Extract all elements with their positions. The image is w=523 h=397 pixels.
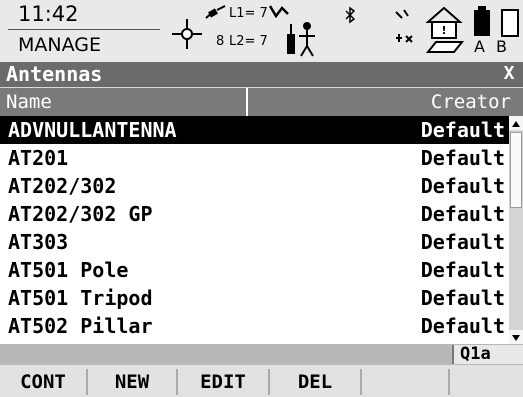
table-row[interactable]: AT501 Pole Default — [0, 256, 509, 284]
rover-icon — [287, 22, 315, 57]
empty-softkey-5[interactable] — [362, 369, 450, 395]
new-button[interactable]: NEW — [88, 369, 178, 395]
arrow-down-icon — [512, 335, 520, 341]
antenna-name: AT501 Tripod — [8, 286, 153, 310]
antenna-name: AT303 — [8, 230, 69, 254]
scroll-thumb[interactable] — [510, 132, 522, 208]
satellite-count: 8 — [216, 34, 225, 49]
input-mode-indicator: Q1a — [452, 345, 523, 364]
antenna-name: ADVNULLANTENNA — [8, 118, 177, 142]
antenna-creator: Default — [420, 174, 505, 198]
page-title: Antennas — [6, 62, 103, 86]
battery-icon — [474, 6, 519, 37]
satellite-icon — [205, 5, 226, 19]
gps-crosshair-icon — [172, 19, 202, 49]
battery-labels: A B — [474, 37, 511, 56]
table-header: Name Creator — [0, 88, 523, 116]
antenna-name: AT501 Pole — [8, 258, 129, 282]
table-row[interactable]: ADVNULLANTENNA Default — [0, 116, 509, 144]
antenna-creator: Default — [420, 314, 505, 338]
divider — [8, 29, 160, 30]
scroll-up-button[interactable] — [509, 116, 523, 130]
l1-count: L1= 7 — [229, 6, 268, 21]
clock: 11:42 — [18, 2, 79, 26]
edit-button[interactable]: EDIT — [178, 369, 270, 395]
status-bar: 11:42 MANAGE 8 L1= 7 L2= 7 ! A B — [0, 0, 523, 62]
house-memory-icon: ! — [425, 6, 464, 53]
scroll-down-button[interactable] — [509, 330, 523, 344]
antenna-creator: Default — [420, 118, 505, 142]
info-strip: Q1a — [0, 344, 523, 365]
antenna-creator: Default — [420, 286, 505, 310]
table-row[interactable]: AT502 Pillar Default — [0, 312, 509, 340]
empty-softkey-6[interactable] — [450, 369, 523, 395]
cont-button[interactable]: CONT — [0, 369, 88, 395]
antenna-name: AT502 Pillar — [8, 314, 153, 338]
column-name[interactable]: Name — [6, 88, 52, 116]
antenna-name: AT201 — [8, 146, 69, 170]
radio-icon — [395, 9, 413, 43]
del-button[interactable]: DEL — [270, 369, 362, 395]
antenna-creator: Default — [420, 202, 505, 226]
table-row[interactable]: AT202/302 Default — [0, 172, 509, 200]
table-row[interactable]: AT303 Default — [0, 228, 509, 256]
svg-text:!: ! — [441, 24, 446, 37]
arrow-up-icon — [512, 121, 520, 127]
table-row[interactable]: AT202/302 GP Default — [0, 200, 509, 228]
close-icon: X — [503, 63, 515, 84]
column-creator[interactable]: Creator — [431, 88, 511, 116]
antenna-name: AT202/302 — [8, 174, 117, 198]
table-row[interactable]: AT501 Tripod Default — [0, 284, 509, 312]
mode-label: MANAGE — [18, 34, 101, 56]
column-divider — [246, 88, 248, 116]
close-button[interactable]: X — [499, 64, 519, 84]
bluetooth-icon — [345, 6, 356, 24]
antenna-list: ADVNULLANTENNA Default AT201 Default AT2… — [0, 116, 509, 344]
antenna-creator: Default — [420, 146, 505, 170]
antenna-creator: Default — [420, 230, 505, 254]
softkey-bar: CONT NEW EDIT DEL — [0, 365, 523, 397]
window-title-bar: Antennas X — [0, 62, 523, 87]
antenna-name: AT202/302 GP — [8, 202, 153, 226]
antenna-creator: Default — [420, 258, 505, 282]
scrollbar[interactable] — [509, 116, 523, 344]
table-row[interactable]: AT201 Default — [0, 144, 509, 172]
l2-count: L2= 7 — [229, 34, 268, 49]
